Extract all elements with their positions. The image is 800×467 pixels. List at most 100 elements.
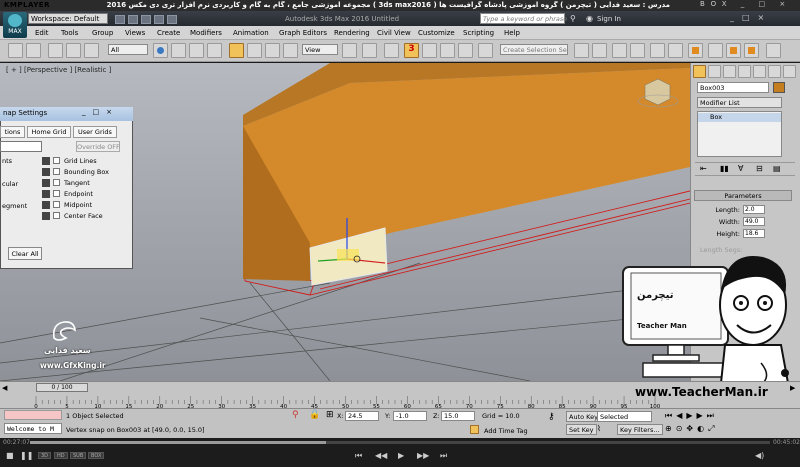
- menu-civil-view[interactable]: Civil View: [377, 29, 411, 37]
- x-coordinate-field[interactable]: 24.5: [345, 411, 379, 421]
- menu-create[interactable]: Create: [157, 29, 180, 37]
- length-field[interactable]: 2.0: [743, 205, 765, 214]
- tab-options[interactable]: tions: [0, 126, 25, 138]
- select-and-place-icon[interactable]: [283, 43, 298, 58]
- menu-edit[interactable]: Edit: [35, 29, 49, 37]
- add-time-tag-button[interactable]: Add Time Tag: [484, 427, 528, 435]
- play-icon[interactable]: ▶: [398, 451, 404, 460]
- menu-group[interactable]: Group: [92, 29, 113, 37]
- binoculars-icon[interactable]: ⚲: [570, 14, 576, 23]
- timeline-next-arrow-icon[interactable]: ▶: [790, 384, 795, 392]
- hierarchy-tab-icon[interactable]: [723, 65, 736, 78]
- save-file-icon[interactable]: [141, 15, 151, 24]
- maxscript-mini-listener[interactable]: Welcome to M: [4, 423, 62, 434]
- menu-rendering[interactable]: Rendering: [334, 29, 370, 37]
- menu-views[interactable]: Views: [125, 29, 145, 37]
- badge-hd[interactable]: HD: [54, 452, 68, 459]
- maxscript-listener[interactable]: [4, 410, 62, 420]
- select-and-scale-icon[interactable]: [265, 43, 280, 58]
- center-face-checkbox[interactable]: [53, 212, 60, 219]
- create-tab-icon[interactable]: [693, 65, 706, 78]
- select-by-name-icon[interactable]: [171, 43, 186, 58]
- rendered-frame-icon[interactable]: [726, 43, 741, 58]
- pin-stack-icon[interactable]: ⇤: [700, 164, 707, 173]
- align-icon[interactable]: [592, 43, 607, 58]
- endpoint-checkbox[interactable]: [53, 190, 60, 197]
- sign-in-button[interactable]: Sign In: [597, 15, 621, 23]
- user-icon[interactable]: ◉: [586, 14, 593, 23]
- volume-icon[interactable]: ◀): [755, 451, 764, 460]
- modify-tab-icon[interactable]: [708, 65, 721, 78]
- key-icon[interactable]: ⚷: [548, 412, 555, 422]
- new-file-icon[interactable]: [115, 15, 125, 24]
- tangent-checkbox[interactable]: [53, 179, 60, 186]
- modifier-list-dropdown[interactable]: Modifier List: [697, 97, 782, 108]
- badge-box[interactable]: BOX: [88, 452, 105, 459]
- curve-editor-icon[interactable]: [650, 43, 665, 58]
- search-input[interactable]: Type a keyword or phrase: [480, 13, 567, 24]
- configure-sets-icon[interactable]: ▤: [773, 164, 781, 173]
- rectangular-selection-icon[interactable]: [189, 43, 204, 58]
- timeline-prev-arrow-icon[interactable]: ◀: [2, 384, 7, 392]
- menu-graph-editors[interactable]: Graph Editors: [279, 29, 327, 37]
- time-tag-icon[interactable]: [470, 425, 479, 434]
- object-name-field[interactable]: Box003: [697, 82, 769, 93]
- clear-all-button[interactable]: Clear All: [8, 247, 42, 260]
- edit-named-selection-icon[interactable]: [478, 43, 493, 58]
- menu-modifiers[interactable]: Modifiers: [190, 29, 222, 37]
- select-and-move-icon[interactable]: [229, 43, 244, 58]
- dialog-window-controls[interactable]: _□×: [82, 108, 119, 116]
- lock-selection-icon[interactable]: 🔒: [309, 410, 320, 420]
- link-icon[interactable]: [48, 43, 63, 58]
- window-crossing-icon[interactable]: [207, 43, 222, 58]
- pause-icon[interactable]: ❚❚: [20, 451, 33, 460]
- fast-forward-icon[interactable]: ▶▶: [417, 451, 429, 460]
- select-manipulate-icon[interactable]: [362, 43, 377, 58]
- extra-tab-icon[interactable]: [783, 65, 796, 78]
- menu-customize[interactable]: Customize: [418, 29, 455, 37]
- workspace-dropdown[interactable]: Workspace: Default: [28, 13, 108, 24]
- y-coordinate-field[interactable]: -1.0: [393, 411, 427, 421]
- display-tab-icon[interactable]: [753, 65, 766, 78]
- named-selection-dropdown[interactable]: Create Selection Se: [500, 44, 568, 55]
- max-app-button[interactable]: MAX: [3, 12, 27, 38]
- viewport-navigation-controls[interactable]: ⊕⊙✥◐⤢: [665, 424, 719, 434]
- override-off-button[interactable]: Override OFF: [76, 141, 120, 152]
- width-field[interactable]: 49.0: [743, 217, 765, 226]
- menu-scripting[interactable]: Scripting: [463, 29, 494, 37]
- badge-3d[interactable]: 3D: [38, 452, 52, 459]
- angle-snap-icon[interactable]: [422, 43, 437, 58]
- make-unique-icon[interactable]: ∀: [738, 164, 743, 173]
- render-setup-icon[interactable]: [708, 43, 723, 58]
- remove-modifier-icon[interactable]: ⊟: [756, 164, 763, 173]
- a360-render-icon[interactable]: [766, 43, 781, 58]
- isolate-selection-icon[interactable]: ⚲: [292, 410, 299, 420]
- redo-icon[interactable]: [167, 15, 177, 24]
- selection-filter-dropdown[interactable]: All: [108, 44, 148, 55]
- layer-explorer-icon[interactable]: [630, 43, 645, 58]
- mirror-icon[interactable]: [574, 43, 589, 58]
- menu-tools[interactable]: Tools: [61, 29, 78, 37]
- schematic-view-icon[interactable]: [668, 43, 683, 58]
- badge-sub[interactable]: SUB: [70, 452, 87, 459]
- render-production-icon[interactable]: [744, 43, 759, 58]
- unlink-icon[interactable]: [66, 43, 81, 58]
- absolute-mode-icon[interactable]: ⊞: [326, 410, 334, 420]
- open-file-icon[interactable]: [128, 15, 138, 24]
- midpoint-checkbox[interactable]: [53, 201, 60, 208]
- rewind-icon[interactable]: ◀◀: [375, 451, 387, 460]
- z-coordinate-field[interactable]: 15.0: [441, 411, 475, 421]
- object-color-swatch[interactable]: [773, 82, 785, 93]
- auto-key-button[interactable]: Auto Key: [566, 411, 601, 422]
- motion-tab-icon[interactable]: [738, 65, 751, 78]
- default-in-out-tangents-icon[interactable]: ⌇: [597, 424, 601, 433]
- menu-help[interactable]: Help: [504, 29, 520, 37]
- bind-space-warp-icon[interactable]: [84, 43, 99, 58]
- keyboard-shortcut-override-icon[interactable]: [384, 43, 399, 58]
- snaps-toggle-button[interactable]: 3: [404, 43, 419, 58]
- key-filters-button[interactable]: Key Filters...: [617, 424, 663, 435]
- stop-icon[interactable]: ■: [6, 451, 14, 460]
- scene-explorer-icon[interactable]: [612, 43, 627, 58]
- tab-home-grid[interactable]: Home Grid: [27, 126, 71, 138]
- reference-coordinate-dropdown[interactable]: View: [302, 44, 338, 55]
